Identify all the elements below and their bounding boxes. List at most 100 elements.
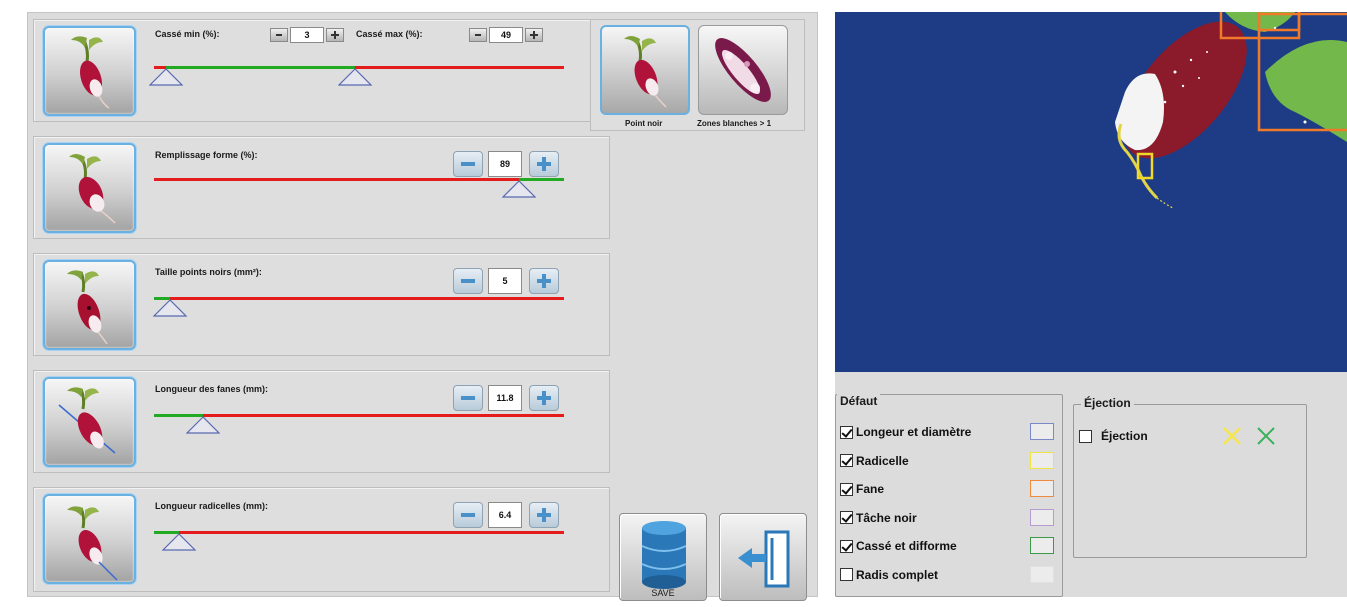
defect-legend-row[interactable]: Radicelle: [840, 453, 909, 469]
defaut-group-title: Défaut: [837, 394, 881, 408]
plus-icon: [537, 391, 551, 405]
reject-x-icon[interactable]: [1221, 425, 1243, 447]
defect-color-swatch: [1030, 480, 1054, 497]
fill-shape-row: Remplissage forme (%): 89: [33, 136, 610, 239]
fill-shape-label: Remplissage forme (%):: [155, 150, 258, 160]
root-length-value[interactable]: 6.4: [488, 502, 522, 528]
defect-color-swatch: [1030, 451, 1054, 469]
leaf-length-value[interactable]: 11.8: [488, 385, 522, 411]
broken-min-thumb[interactable]: [149, 68, 184, 86]
fill-shape-thumb[interactable]: [501, 180, 536, 198]
radish-slice-icon: [715, 38, 771, 102]
broken-min-decrement-button[interactable]: [270, 28, 288, 42]
radish-segmentation: [1115, 21, 1247, 209]
broken-max-decrement-button[interactable]: [469, 28, 487, 42]
black-spots-row: Taille points noirs (mm²): 5: [33, 253, 610, 356]
defect-legend-row[interactable]: Fane: [840, 481, 884, 497]
black-point-tile[interactable]: [600, 25, 690, 115]
radish-image-tile[interactable]: [43, 377, 136, 467]
black-spots-slider-track[interactable]: [154, 297, 564, 300]
broken-max-value[interactable]: 49: [489, 27, 523, 43]
leaf-length-thumb[interactable]: [186, 416, 221, 434]
plus-icon: [331, 31, 339, 39]
black-spots-value[interactable]: 5: [488, 268, 522, 294]
plus-icon: [530, 31, 538, 39]
save-button[interactable]: SAVE: [619, 513, 707, 601]
defect-color-swatch: [1030, 423, 1054, 440]
root-length-decrement-button[interactable]: [453, 502, 483, 528]
exit-door-icon: [738, 530, 790, 588]
root-length-thumb[interactable]: [161, 533, 196, 551]
plus-icon: [537, 157, 551, 171]
black-spots-label: Taille points noirs (mm²):: [155, 267, 262, 277]
radish-image-tile[interactable]: [43, 260, 136, 350]
settings-panel: Cassé min (%): 3 Cassé max (%): 49 Rempl…: [27, 12, 818, 601]
radish-icon: [69, 154, 116, 224]
defect-legend-row[interactable]: Radis complet: [840, 567, 938, 583]
ejection-checkbox-row[interactable]: Éjection: [1079, 428, 1148, 444]
broken-min-label: Cassé min (%):: [155, 29, 220, 39]
broken-max-label: Cassé max (%):: [356, 29, 423, 39]
camera-vision-view: [835, 12, 1347, 372]
radish-image-tile[interactable]: [43, 26, 136, 116]
white-zones-tile[interactable]: [698, 25, 788, 115]
defect-checkbox[interactable]: [840, 425, 853, 439]
white-zones-caption: Zones blanches > 1: [697, 119, 772, 128]
ejection-checkbox[interactable]: [1079, 429, 1092, 443]
radish-icon: [67, 506, 118, 581]
broken-max-increment-button[interactable]: [525, 28, 543, 42]
root-length-increment-button[interactable]: [529, 502, 559, 528]
black-point-caption: Point noir: [625, 119, 663, 128]
accept-x-icon[interactable]: [1255, 425, 1277, 447]
defect-legend-row[interactable]: Tâche noir: [840, 510, 917, 526]
leaf-length-decrement-button[interactable]: [453, 385, 483, 411]
defect-checkbox[interactable]: [840, 539, 853, 553]
defect-label: Longeur et diamètre: [856, 425, 972, 439]
defect-label: Tâche noir: [856, 510, 917, 525]
root-length-slider-track[interactable]: [154, 531, 564, 534]
ejection-checkbox-label: Éjection: [1101, 429, 1148, 443]
radish-icon: [71, 36, 110, 109]
leaf-length-increment-button[interactable]: [529, 385, 559, 411]
black-spots-decrement-button[interactable]: [453, 268, 483, 294]
minus-icon: [475, 34, 481, 36]
black-spots-thumb[interactable]: [153, 299, 188, 317]
defect-legend-row[interactable]: Cassé et difforme: [840, 538, 957, 554]
broken-range-row: Cassé min (%): 3 Cassé max (%): 49: [33, 19, 610, 122]
radish-icon: [624, 36, 667, 108]
defect-color-swatch: [1030, 537, 1054, 554]
root-length-label: Longueur radicelles (mm):: [155, 501, 269, 511]
radish-image-tile[interactable]: [43, 494, 136, 584]
defect-checkbox[interactable]: [840, 482, 853, 496]
defect-label: Cassé et difforme: [856, 539, 957, 553]
minus-icon: [461, 162, 475, 166]
defect-color-swatch: [1030, 565, 1054, 583]
fill-shape-decrement-button[interactable]: [453, 151, 483, 177]
plus-icon: [537, 274, 551, 288]
broken-min-increment-button[interactable]: [326, 28, 344, 42]
defect-legend-row[interactable]: Longeur et diamètre: [840, 424, 971, 440]
defect-label: Radicelle: [856, 453, 909, 468]
radish-icon: [58, 387, 116, 454]
minus-icon: [461, 279, 475, 283]
defect-checkbox[interactable]: [840, 511, 853, 524]
defect-tiles-group: Point noir Zones blanches > 1: [590, 19, 805, 131]
minus-icon: [276, 34, 282, 36]
detection-overlay: [1115, 12, 1347, 209]
defect-checkbox[interactable]: [840, 454, 853, 467]
legend-area: Défaut Éjection Éjection Longeur et diam…: [835, 372, 1347, 597]
fill-shape-value[interactable]: 89: [488, 151, 522, 177]
radish-icon: [67, 270, 108, 345]
minus-icon: [461, 396, 475, 400]
black-spots-increment-button[interactable]: [529, 268, 559, 294]
leaf-length-label: Longueur des fanes (mm):: [155, 384, 269, 394]
exit-button[interactable]: [719, 513, 807, 601]
broken-slider-range: [166, 66, 355, 69]
fill-shape-increment-button[interactable]: [529, 151, 559, 177]
radish-image-tile[interactable]: [43, 143, 136, 233]
defect-checkbox[interactable]: [840, 568, 853, 581]
broken-min-value[interactable]: 3: [290, 27, 324, 43]
broken-max-thumb[interactable]: [337, 68, 372, 86]
minus-icon: [461, 513, 475, 517]
defect-label: Radis complet: [856, 567, 939, 582]
